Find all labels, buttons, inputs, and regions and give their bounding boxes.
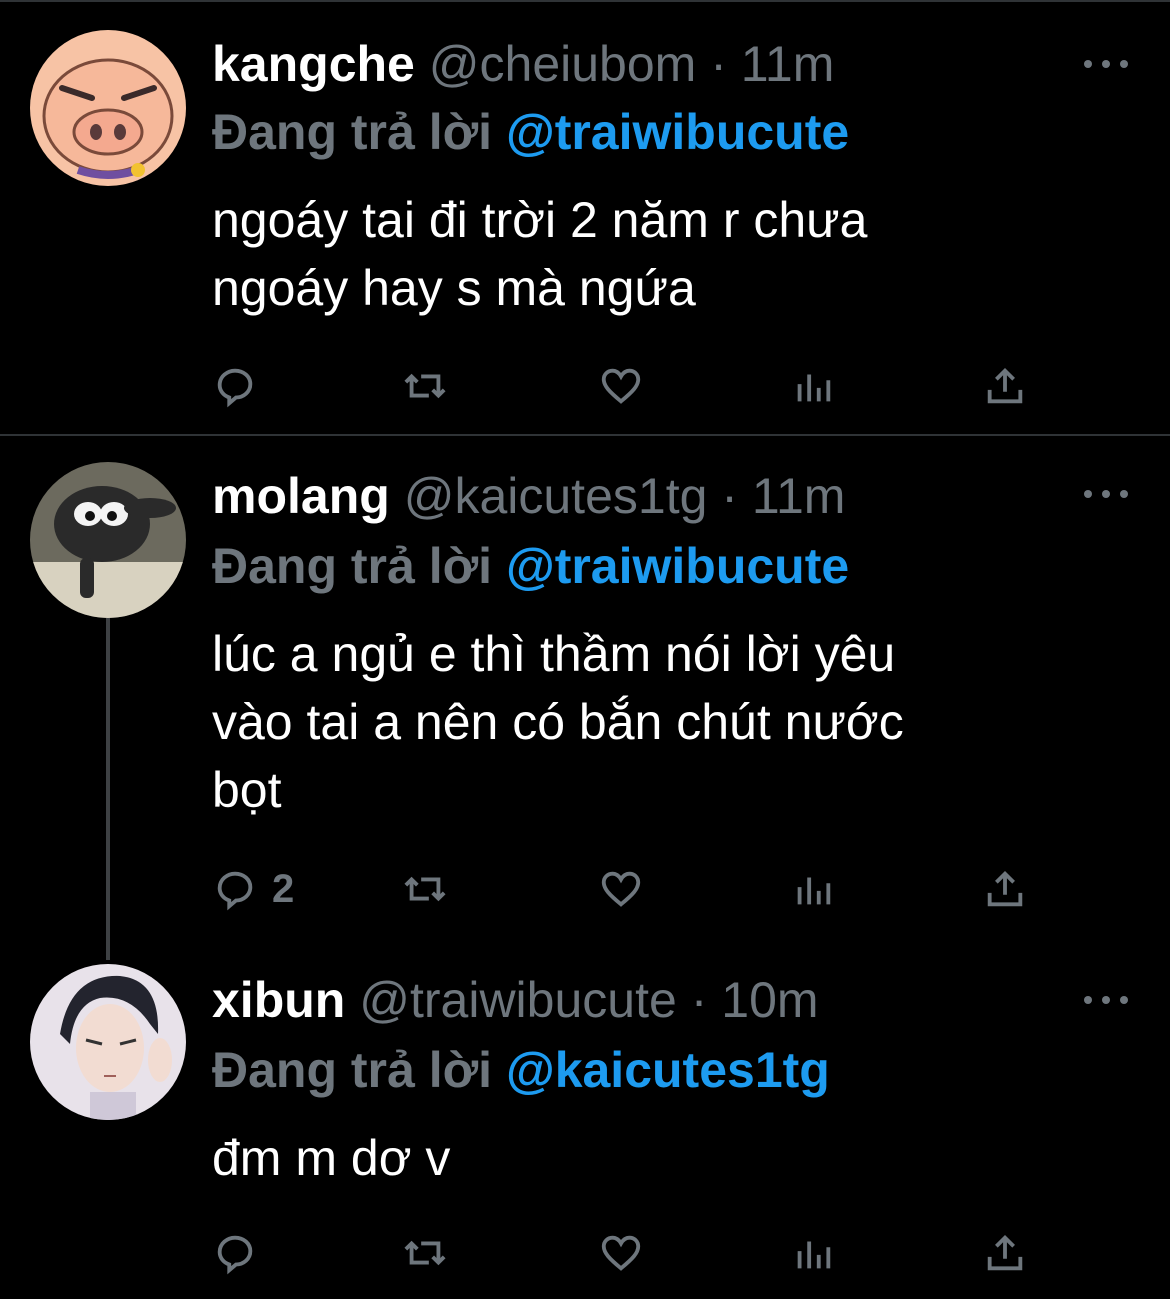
retweet-icon [404,876,446,902]
reply-icon [217,1235,253,1275]
mention-link[interactable]: @kaicutes1tg [506,1042,830,1098]
thread-connector [106,618,110,960]
like-button[interactable] [598,361,644,411]
retweet-button[interactable] [402,361,448,411]
tweet-text: ngoáy tai đi trời 2 năm r chưa ngoáy hay… [212,186,1112,322]
tweet-text-line: lúc a ngủ e thì thầm nói lời yêu [212,626,896,682]
separator: · [721,468,738,524]
display-name[interactable]: molang [212,468,390,524]
more-icon[interactable] [1084,482,1128,506]
separator: · [690,972,708,1028]
replying-prefix: Đang trả lời [212,538,493,594]
retweet-icon [404,373,446,399]
share-button[interactable] [982,1228,1028,1278]
analytics-icon [797,877,831,905]
action-bar [212,1228,1052,1278]
reply-icon [217,871,253,911]
handle[interactable]: @kaicutes1tg [404,468,708,524]
analytics-button[interactable] [790,361,836,411]
tweet-text-line: ngoáy tai đi trời 2 năm r chưa [212,192,868,248]
retweet-button[interactable] [402,864,448,914]
like-icon [601,368,641,404]
tweet-header: xibun @traiwibucute · 10m [212,970,819,1030]
like-icon [601,871,641,907]
avatar[interactable] [30,964,186,1120]
display-name[interactable]: kangche [212,36,415,92]
share-button[interactable] [982,361,1028,411]
separator: · [710,36,727,92]
tweet-3[interactable]: xibun @traiwibucute · 10m Đang trả lời @… [0,946,1170,1299]
reply-button[interactable] [212,1228,258,1278]
tweet-text-line: ngoáy hay s mà ngứa [212,260,696,316]
tweet-text-line: bọt [212,762,282,818]
mention-link[interactable]: @traiwibucute [506,104,849,160]
like-button[interactable] [598,864,644,914]
tweet-text: lúc a ngủ e thì thầm nói lời yêu vào tai… [212,620,1112,824]
analytics-icon [797,1241,831,1269]
share-icon [987,870,1023,907]
handle[interactable]: @cheiubom [429,36,697,92]
retweet-button[interactable] [402,1228,448,1278]
mention-link[interactable]: @traiwibucute [506,538,849,594]
analytics-icon [797,374,831,402]
replying-to: Đang trả lời @traiwibucute [212,102,849,162]
action-bar: 2 [212,864,1052,914]
reply-icon [217,368,253,408]
tweet-header: molang @kaicutes1tg · 11m [212,466,845,526]
tweet-2[interactable]: molang @kaicutes1tg · 11m Đang trả lời @… [0,436,1170,946]
analytics-button[interactable] [790,864,836,914]
replying-prefix: Đang trả lời [212,1042,493,1098]
tweet-text: đm m dơ v [212,1124,1112,1192]
avatar[interactable] [30,30,186,186]
display-name[interactable]: xibun [212,972,345,1028]
like-button[interactable] [598,1228,644,1278]
tweet-1[interactable]: kangche @cheiubom · 11m Đang trả lời @tr… [0,0,1170,434]
replying-to: Đang trả lời @traiwibucute [212,536,849,596]
handle[interactable]: @traiwibucute [359,972,677,1028]
tweet-header: kangche @cheiubom · 11m [212,34,834,94]
more-icon[interactable] [1084,988,1128,1012]
timestamp[interactable]: 10m [721,972,818,1028]
reply-count: 2 [272,866,295,911]
analytics-button[interactable] [790,1228,836,1278]
timestamp[interactable]: 11m [741,36,835,92]
tweet-text-line: đm m dơ v [212,1130,451,1186]
tweet-text-line: vào tai a nên có bắn chút nước [212,694,904,750]
action-bar [212,361,1052,411]
like-icon [601,1235,641,1271]
share-icon [987,1234,1023,1271]
reply-button[interactable]: 2 [212,864,294,914]
replying-to: Đang trả lời @kaicutes1tg [212,1040,830,1100]
reply-button[interactable] [212,361,258,411]
more-icon[interactable] [1084,52,1128,76]
share-button[interactable] [982,864,1028,914]
timestamp[interactable]: 11m [752,468,846,524]
avatar[interactable] [30,462,186,618]
replying-prefix: Đang trả lời [212,104,493,160]
share-icon [987,367,1023,404]
retweet-icon [404,1240,446,1266]
